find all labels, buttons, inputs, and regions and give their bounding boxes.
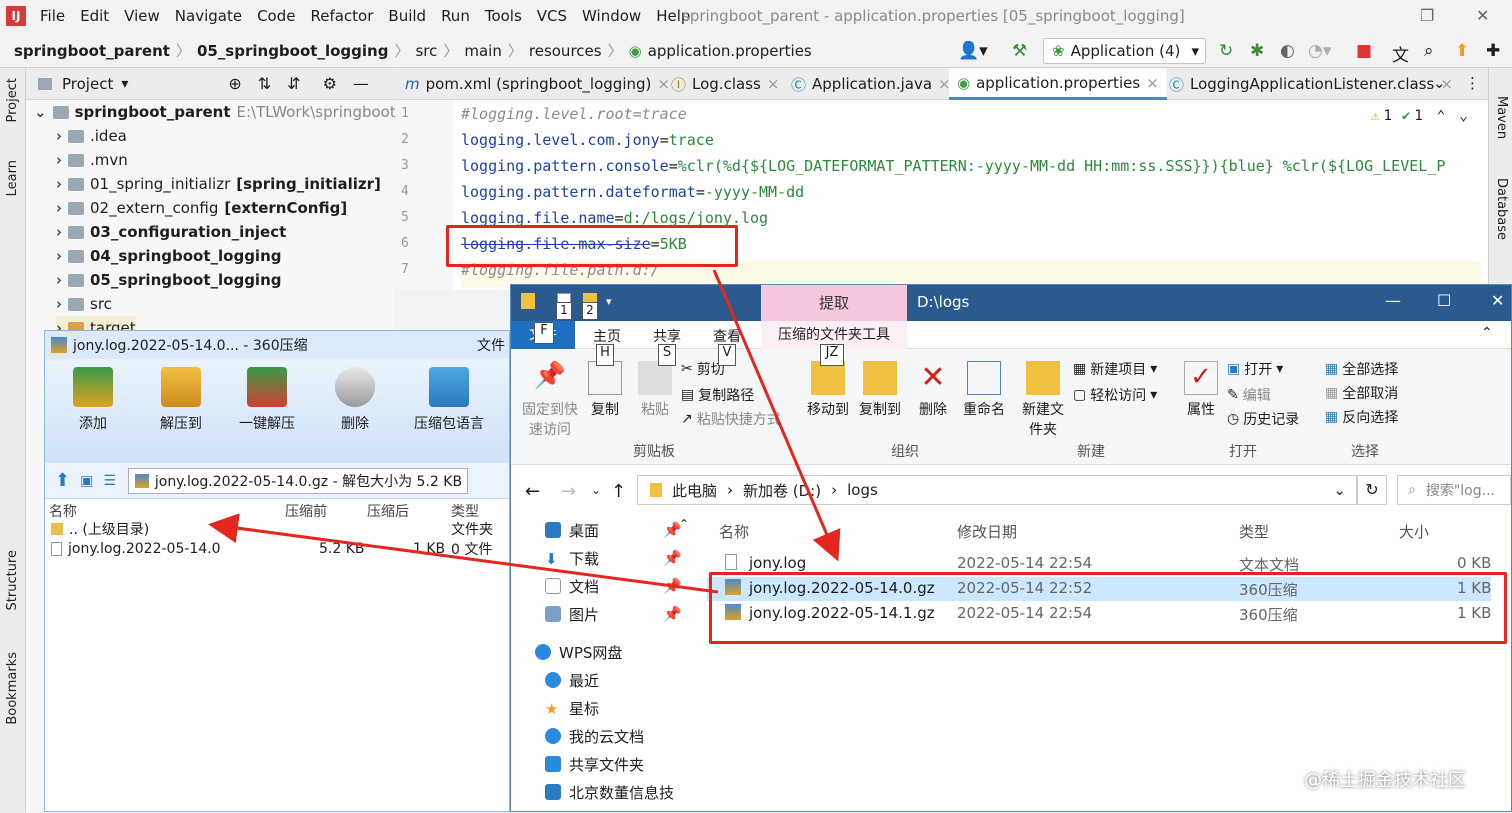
annotation-arrow-config-to-files <box>712 269 841 562</box>
annotation-arrow-gz-to-zip <box>208 513 719 594</box>
watermark: @稀土掘金技术社区 <box>1304 770 1466 791</box>
annotation-arrows <box>208 269 841 594</box>
